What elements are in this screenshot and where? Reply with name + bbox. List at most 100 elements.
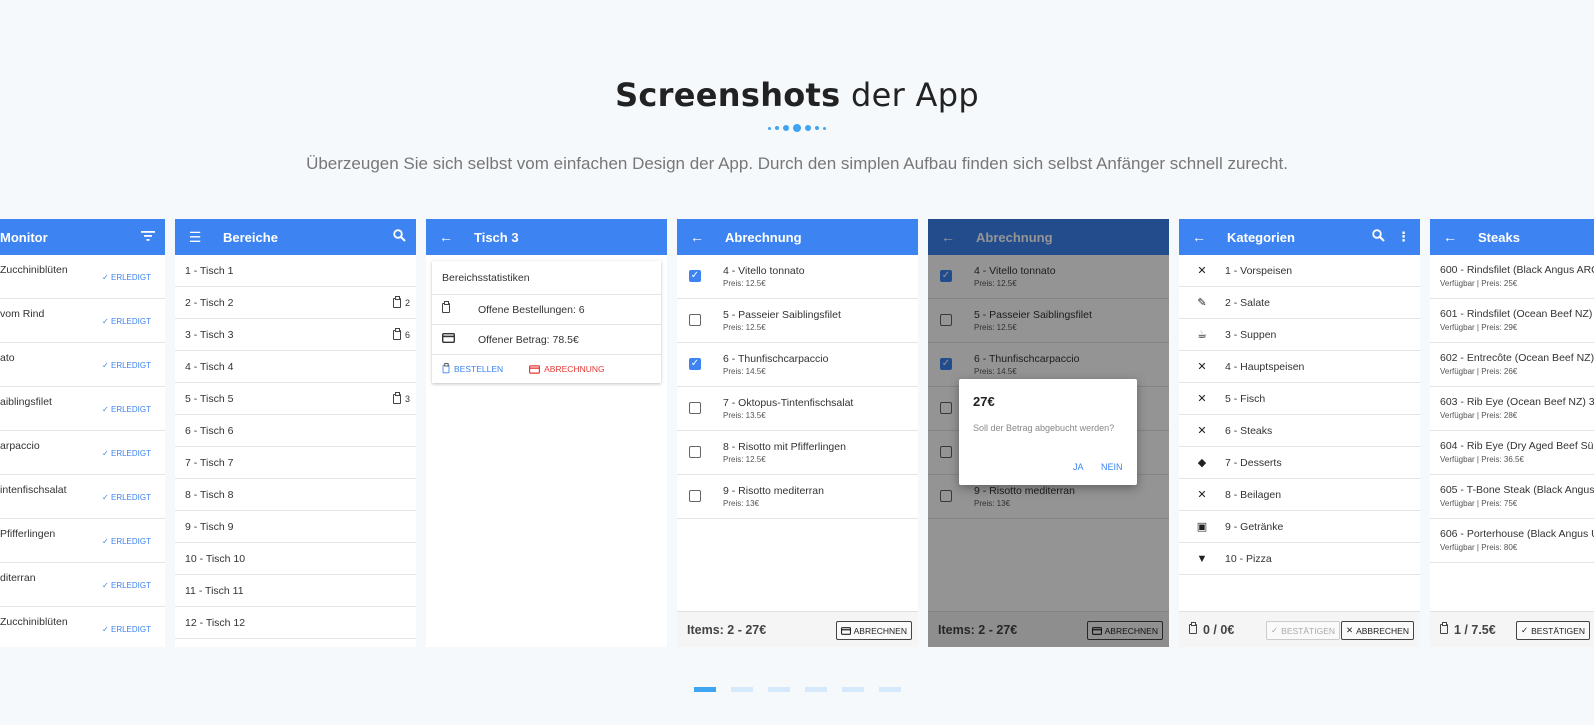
done-status[interactable]: ✓ ERLEDIGT: [102, 625, 151, 634]
back-arrow-icon[interactable]: ←: [1442, 229, 1458, 245]
item-checkbox[interactable]: ✓: [689, 270, 701, 282]
product-detail: Verfügbar | Preis: 26€: [1440, 367, 1518, 376]
list-item[interactable]: Zucchiniblüten ✓ ERLEDIGT: [0, 255, 165, 299]
done-status[interactable]: ✓ ERLEDIGT: [102, 317, 151, 326]
list-item[interactable]: 8 - Risotto mit Pfifferlingen Preis: 12.5…: [677, 431, 918, 475]
dialog-yes-button[interactable]: JA: [1073, 462, 1084, 472]
category-row[interactable]: ✕ 1 - Vorspeisen: [1179, 255, 1420, 287]
list-item[interactable]: 9 - Risotto mediterran Preis: 13€: [677, 475, 918, 519]
dialog-no-button[interactable]: NEIN: [1101, 462, 1123, 472]
table-row[interactable]: 7 - Tisch 7: [175, 447, 416, 479]
table-row[interactable]: 10 - Tisch 10: [175, 543, 416, 575]
cancel-button[interactable]: ✕ ABBRECHEN: [1340, 621, 1414, 640]
list-item[interactable]: Pfifferlingen ✓ ERLEDIGT: [0, 519, 165, 563]
item-name: diterran: [0, 572, 36, 584]
list-item[interactable]: arpaccio ✓ ERLEDIGT: [0, 431, 165, 475]
list-item[interactable]: 7 - Oktopus-Tintenfischsalat Preis: 13.5€: [677, 387, 918, 431]
product-row[interactable]: 605 - T-Bone Steak (Black Angus U Verfügb…: [1430, 475, 1594, 519]
done-status[interactable]: ✓ ERLEDIGT: [102, 361, 151, 370]
table-row[interactable]: 1 - Tisch 1: [175, 255, 416, 287]
table-row[interactable]: 6 - Tisch 6: [175, 415, 416, 447]
product-row[interactable]: 602 - Entrecôte (Ocean Beef NZ) 3 Verfügb…: [1430, 343, 1594, 387]
done-status[interactable]: ✓ ERLEDIGT: [102, 493, 151, 502]
product-row[interactable]: 601 - Rindsfilet (Ocean Beef NZ) Verfügba…: [1430, 299, 1594, 343]
item-name: intenfischsalat: [0, 484, 67, 496]
item-checkbox[interactable]: [689, 402, 701, 414]
search-icon[interactable]: [1372, 229, 1385, 245]
done-status[interactable]: ✓ ERLEDIGT: [102, 449, 151, 458]
product-row[interactable]: 600 - Rindsfilet (Black Angus ARG Verfügb…: [1430, 255, 1594, 299]
list-item[interactable]: Zucchiniblüten ✓ ERLEDIGT: [0, 607, 165, 647]
item-checkbox[interactable]: [689, 314, 701, 326]
menu-icon[interactable]: ☰: [187, 229, 203, 246]
table-row[interactable]: 11 - Tisch 11: [175, 575, 416, 607]
list-item[interactable]: ✓ 4 - Vitello tonnato Preis: 12.5€: [677, 255, 918, 299]
back-arrow-icon[interactable]: ←: [438, 229, 454, 245]
product-detail: Verfügbar | Preis: 29€: [1440, 323, 1518, 332]
carousel-page-indicator[interactable]: [730, 687, 753, 692]
list-item[interactable]: aiblingsfilet ✓ ERLEDIGT: [0, 387, 165, 431]
dialog-amount: 27€: [973, 394, 995, 409]
product-detail: Verfügbar | Preis: 75€: [1440, 499, 1518, 508]
list-item[interactable]: intenfischsalat ✓ ERLEDIGT: [0, 475, 165, 519]
confirm-button[interactable]: ✓ BESTÄTIGEN: [1516, 621, 1590, 640]
check-icon: ✓: [102, 537, 111, 546]
table-label: 5 - Tisch 5: [185, 392, 234, 405]
back-arrow-icon[interactable]: ←: [1191, 229, 1207, 245]
order-button[interactable]: BESTELLEN: [442, 363, 503, 374]
product-row[interactable]: 604 - Rib Eye (Dry Aged Beef Südt Verfügb…: [1430, 431, 1594, 475]
item-checkbox[interactable]: [689, 446, 701, 458]
list-item[interactable]: ato ✓ ERLEDIGT: [0, 343, 165, 387]
order-count-badge: 2: [392, 295, 410, 308]
item-checkbox[interactable]: [689, 490, 701, 502]
table-row[interactable]: 9 - Tisch 9: [175, 511, 416, 543]
category-row[interactable]: ✕ 5 - Fisch: [1179, 383, 1420, 415]
carrot-icon: ✎: [1197, 297, 1207, 309]
carousel-page-indicator[interactable]: [841, 687, 864, 692]
back-arrow-icon[interactable]: ←: [689, 229, 705, 245]
billing-button[interactable]: ABRECHNUNG: [529, 364, 605, 374]
category-row[interactable]: ▣ 9 - Getränke: [1179, 511, 1420, 543]
search-icon[interactable]: [393, 229, 406, 245]
done-status[interactable]: ✓ ERLEDIGT: [102, 405, 151, 414]
table-row[interactable]: 4 - Tisch 4: [175, 351, 416, 383]
category-row[interactable]: ✎ 2 - Salate: [1179, 287, 1420, 319]
table-row[interactable]: 2 - Tisch 2 2: [175, 287, 416, 319]
done-status[interactable]: ✓ ERLEDIGT: [102, 581, 151, 590]
table-row[interactable]: 3 - Tisch 3 6: [175, 319, 416, 351]
product-row[interactable]: 603 - Rib Eye (Ocean Beef NZ) 300 Verfügb…: [1430, 387, 1594, 431]
category-row[interactable]: ✕ 6 - Steaks: [1179, 415, 1420, 447]
category-row[interactable]: ☕ 3 - Suppen: [1179, 319, 1420, 351]
carousel-page-indicator[interactable]: [804, 687, 827, 692]
category-row[interactable]: ▼ 10 - Pizza: [1179, 543, 1420, 575]
list-item[interactable]: diterran ✓ ERLEDIGT: [0, 563, 165, 607]
order-count-badge: 3: [392, 391, 410, 404]
checkout-button[interactable]: ABRECHNEN: [835, 621, 912, 640]
filter-icon[interactable]: [141, 230, 155, 245]
steaks-appbar: ← Steaks: [1430, 219, 1594, 255]
list-item[interactable]: 5 - Passeier Saiblingsfilet Preis: 12.5€: [677, 299, 918, 343]
confirm-button[interactable]: ✓ BESTÄTIGEN: [1266, 621, 1340, 640]
category-row[interactable]: ◆ 7 - Desserts: [1179, 447, 1420, 479]
category-row[interactable]: ✕ 8 - Beilagen: [1179, 479, 1420, 511]
table-row[interactable]: 12 - Tisch 12: [175, 607, 416, 639]
more-vert-icon[interactable]: ⋮: [1397, 229, 1410, 245]
carousel-page-indicator[interactable]: [693, 687, 716, 692]
category-row[interactable]: ✕ 4 - Hauptspeisen: [1179, 351, 1420, 383]
list-item[interactable]: vom Rind ✓ ERLEDIGT: [0, 299, 165, 343]
item-price: Preis: 13.5€: [723, 411, 766, 420]
item-price: Preis: 14.5€: [723, 367, 766, 376]
carousel-page-indicator[interactable]: [767, 687, 790, 692]
carousel-page-indicator[interactable]: [878, 687, 901, 692]
item-name: 7 - Oktopus-Tintenfischsalat: [723, 397, 854, 409]
item-name: Pfifferlingen: [0, 528, 56, 540]
done-status[interactable]: ✓ ERLEDIGT: [102, 537, 151, 546]
item-checkbox[interactable]: ✓: [689, 358, 701, 370]
carousel-pager: [0, 687, 1594, 692]
product-row[interactable]: 606 - Porterhouse (Black Angus U Verfügba…: [1430, 519, 1594, 563]
table-row[interactable]: 5 - Tisch 5 3: [175, 383, 416, 415]
done-status[interactable]: ✓ ERLEDIGT: [102, 273, 151, 282]
list-item[interactable]: ✓ 6 - Thunfischcarpaccio Preis: 14.5€: [677, 343, 918, 387]
table-row[interactable]: 8 - Tisch 8: [175, 479, 416, 511]
ice-cream-icon: ◆: [1197, 457, 1207, 469]
